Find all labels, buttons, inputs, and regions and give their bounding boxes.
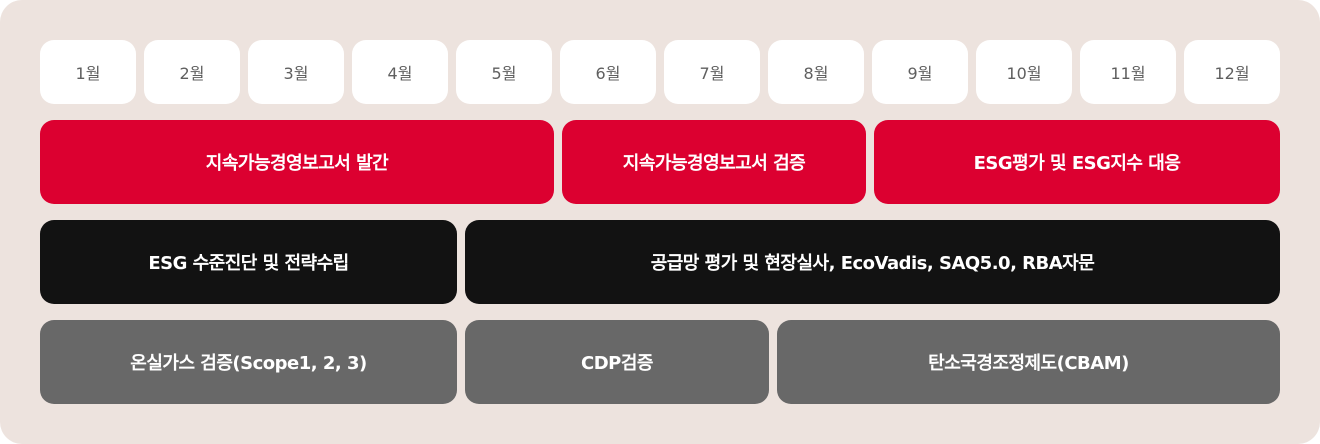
cdp-verification-bar: CDP검증 bbox=[465, 320, 769, 404]
supply-chain-assessment-bar: 공급망 평가 및 현장실사, EcoVadis, SAQ5.0, RBA자문 bbox=[465, 220, 1280, 304]
month-cell-2: 2월 bbox=[144, 40, 240, 104]
cbam-bar: 탄소국경조정제도(CBAM) bbox=[777, 320, 1280, 404]
month-cell-7: 7월 bbox=[664, 40, 760, 104]
month-cell-5: 5월 bbox=[456, 40, 552, 104]
ghg-verification-bar: 온실가스 검증(Scope1, 2, 3) bbox=[40, 320, 457, 404]
month-cell-6: 6월 bbox=[560, 40, 656, 104]
month-cell-8: 8월 bbox=[768, 40, 864, 104]
month-cell-9: 9월 bbox=[872, 40, 968, 104]
month-cell-12: 12월 bbox=[1184, 40, 1280, 104]
sustainability-report-publishing-bar: 지속가능경영보고서 발간 bbox=[40, 120, 554, 204]
month-cell-11: 11월 bbox=[1080, 40, 1176, 104]
month-cell-4: 4월 bbox=[352, 40, 448, 104]
esg-rating-index-response-bar: ESG평가 및 ESG지수 대응 bbox=[874, 120, 1280, 204]
sustainability-report-verification-bar: 지속가능경영보고서 검증 bbox=[562, 120, 866, 204]
month-cell-1: 1월 bbox=[40, 40, 136, 104]
esg-annual-schedule-panel: 1월 2월 3월 4월 5월 6월 7월 8월 9월 10월 11월 12월 지… bbox=[0, 0, 1320, 444]
month-cell-3: 3월 bbox=[248, 40, 344, 104]
esg-diagnosis-strategy-bar: ESG 수준진단 및 전략수립 bbox=[40, 220, 457, 304]
month-cell-10: 10월 bbox=[976, 40, 1072, 104]
